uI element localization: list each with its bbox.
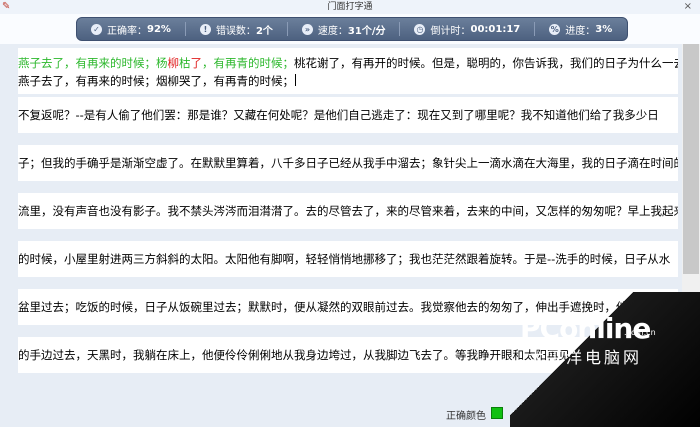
typed-text: 燕子去了，有再来的时候；烟柳哭了，有再青的时候； (18, 74, 294, 88)
stat-progress: % 进度： 3% (549, 22, 612, 37)
watermark-domain: .com.cn (624, 328, 656, 337)
row-text: 子；但我的手确乎是渐渐空虚了。在默默里算着，八千多日子已经从我手中溜去；象针尖上… (18, 156, 678, 170)
correct-text: ，有再青的时候； (202, 56, 294, 70)
correct-text: 燕子去了，有再来的时候；杨 (18, 56, 168, 70)
correct-text: 枯 (179, 56, 191, 70)
error-char: 了 (190, 56, 203, 70)
text-row[interactable]: 的时候，小屋里射进两三方斜斜的太阳。太阳他有脚啊，轻轻悄悄地挪移了；我也茫茫然跟… (18, 241, 678, 277)
speed-icon: » (301, 23, 313, 35)
stat-speed: » 速度： 31个/分 (301, 22, 386, 37)
divider (184, 22, 186, 36)
errors-label: 错误数： (215, 25, 256, 37)
stats-bar: ✓ 正确率： 92% ! 错误数： 2个 » 速度： 31个/分 ◷ 倒计时： … (76, 17, 628, 41)
error-char: 柳 (167, 56, 180, 70)
stat-errors: ! 错误数： 2个 (199, 22, 273, 37)
timer-label: 倒计时： (430, 25, 471, 37)
error-icon: ! (199, 23, 211, 35)
stat-accuracy: ✓ 正确率： 92% (91, 22, 171, 37)
remaining-text: 桃花谢了，有再开的时候。但是，聪明的，你告诉我，我们的日子为什么一去 (294, 56, 678, 70)
reference-line: 燕子去了，有再来的时候；杨柳枯了，有再青的时候；桃花谢了，有再开的时候。但是，聪… (18, 54, 678, 72)
row-text: 不复返呢？--是有人偷了他们罢：那是谁？又藏在何处呢？是他们自己逃走了：现在又到… (18, 108, 659, 122)
progress-label: 进度： (565, 25, 596, 37)
window-title: 门面打字通 (327, 2, 373, 12)
progress-icon: % (549, 23, 561, 35)
text-caret (295, 74, 296, 86)
speed-label: 速度： (317, 25, 348, 37)
scrollbar-thumb[interactable] (683, 44, 699, 274)
text-row[interactable]: 子；但我的手确乎是渐渐空虚了。在默默里算着，八千多日子已经从我手中溜去；象针尖上… (18, 145, 678, 181)
correct-color-swatch[interactable] (491, 407, 503, 419)
typed-input-line[interactable]: 燕子去了，有再来的时候；烟柳哭了，有再青的时候； (18, 72, 678, 90)
correct-color-label: 正确颜色 (446, 411, 486, 422)
text-row[interactable]: 流里，没有声音也没有影子。我不禁头涔涔而泪潸潸了。去的尽管去了，来的尽管来着，去… (18, 193, 678, 229)
divider (534, 22, 536, 36)
timer-value: 00:01:17 (470, 23, 521, 35)
check-icon: ✓ (91, 23, 102, 35)
text-row[interactable]: 不复返呢？--是有人偷了他们罢：那是谁？又藏在何处呢？是他们自己逃走了：现在又到… (18, 97, 678, 133)
row-text: 流里，没有声音也没有影子。我不禁头涔涔而泪潸潸了。去的尽管去了，来的尽管来着，去… (18, 204, 678, 218)
watermark-subtitle: 太平洋电脑网 (528, 348, 643, 367)
stat-timer: ◷ 倒计时： 00:01:17 (414, 22, 520, 37)
accuracy-label: 正确率： (107, 25, 147, 37)
speed-value: 31个/分 (347, 25, 386, 37)
clock-icon: ◷ (414, 23, 426, 35)
row-text: 的时候，小屋里射进两三方斜斜的太阳。太阳他有脚啊，轻轻悄悄地挪移了；我也茫茫然跟… (18, 252, 671, 266)
divider (286, 22, 288, 36)
title-bar: ✎ 门面打字通 × (0, 0, 700, 15)
close-button[interactable]: × (684, 0, 692, 14)
progress-value: 3% (595, 23, 613, 35)
accuracy-value: 92% (147, 23, 171, 35)
errors-value: 2个 (255, 25, 273, 37)
active-row[interactable]: 燕子去了，有再来的时候；杨柳枯了，有再青的时候；桃花谢了，有再开的时候。但是，聪… (18, 48, 678, 94)
divider (399, 22, 401, 36)
